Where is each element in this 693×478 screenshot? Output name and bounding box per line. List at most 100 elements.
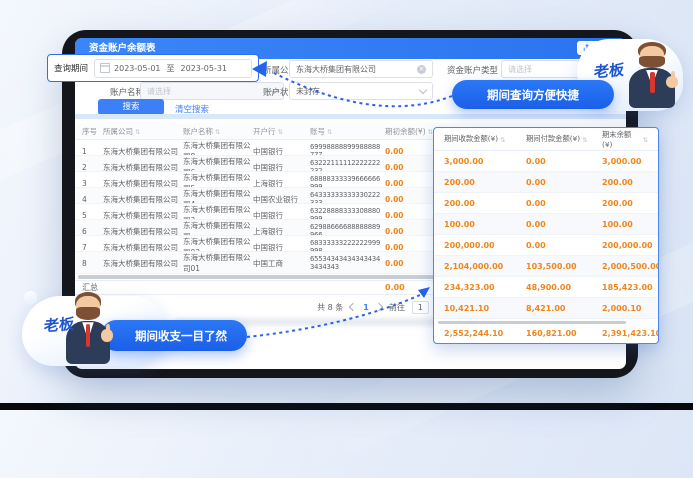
row-index: 8	[82, 259, 103, 268]
company-value: 东海大桥集团有限公司	[296, 64, 413, 75]
date-to-value[interactable]: 2023-05-31	[181, 64, 228, 73]
date-range-picker[interactable]: 2023-05-01 至 2023-05-31	[94, 59, 252, 78]
row-company: 东海大桥集团有限公司	[103, 258, 183, 269]
row-index: 3	[82, 179, 103, 188]
prev-page-icon[interactable]	[349, 303, 357, 311]
column-header[interactable]: 所属公司	[103, 126, 183, 137]
panel-received-amount: 200.00	[444, 178, 526, 187]
row-account-number: 63228888333308880999	[310, 207, 385, 220]
row-account-number: 655343434343434343434343	[310, 255, 385, 271]
row-account-name: 东海大桥集团有限公司	[183, 220, 253, 236]
panel-received-amount: 234,323.00	[444, 283, 526, 292]
row-company: 东海大桥集团有限公司	[103, 178, 183, 189]
column-header-label: 期初余额(¥)	[385, 126, 426, 137]
avatar-tie	[86, 324, 90, 347]
panel-row[interactable]: 100.000.00100.00	[434, 214, 658, 235]
company-select[interactable]: 东海大桥集团有限公司	[289, 60, 433, 78]
panel-column-header-label: 期间收款金额(¥)	[444, 134, 498, 144]
row-company: 东海大桥集团有限公司	[103, 146, 183, 157]
panel-row[interactable]: 3,000.000.003,000.00	[434, 151, 658, 172]
panel-ending-balance: 3,000.00	[602, 157, 648, 166]
callout-top-pill: 期间查询方便快捷	[452, 80, 614, 109]
row-account-name: 东海大桥集团有限公司8	[183, 140, 253, 156]
date-separator: 至	[167, 63, 175, 74]
account-status-value: 未封存	[296, 86, 416, 97]
sort-icon[interactable]	[327, 127, 332, 136]
panel-total-received: 2,552,244.10	[444, 329, 526, 338]
row-bank: 上海银行	[253, 226, 310, 237]
panel-row[interactable]: 200.000.00200.00	[434, 193, 658, 214]
row-account-name: 东海大桥集团有限公司01	[183, 252, 253, 274]
row-index: 5	[82, 211, 103, 220]
panel-row[interactable]: 200,000.000.00200,000.00	[434, 235, 658, 256]
row-index: 2	[82, 163, 103, 172]
row-index: 6	[82, 227, 103, 236]
sort-icon[interactable]	[500, 135, 505, 144]
account-status-select[interactable]: 未封存	[289, 82, 433, 100]
total-count-text: 共 8 条	[317, 302, 343, 313]
row-account-number: 63222111112222222232	[310, 159, 385, 172]
panel-total-ending: 2,391,423.10	[602, 329, 659, 338]
row-bank: 中国银行	[253, 162, 310, 173]
sort-icon[interactable]	[215, 127, 220, 136]
bottom-edge-bar	[0, 403, 693, 410]
panel-row[interactable]: 10,421.108,421.002,000.10	[434, 298, 658, 319]
panel-ending-balance: 100.00	[602, 220, 648, 229]
panel-paid-amount: 48,900.00	[526, 283, 602, 292]
row-index: 7	[82, 243, 103, 252]
panel-column-header[interactable]: 期间收款金额(¥)	[444, 134, 526, 144]
sort-icon[interactable]	[135, 127, 140, 136]
page-number[interactable]: 1	[363, 303, 369, 312]
sort-icon[interactable]	[643, 135, 648, 144]
row-bank: 中国银行	[253, 210, 310, 221]
sort-icon[interactable]	[582, 135, 587, 144]
panel-received-amount: 10,421.10	[444, 304, 526, 313]
column-header-label: 所属公司	[103, 126, 133, 137]
section-divider	[75, 114, 626, 119]
calendar-icon	[100, 63, 110, 73]
date-from-value[interactable]: 2023-05-01	[114, 64, 161, 73]
panel-row[interactable]: 2,104,000.00103,500.002,000,500.00	[434, 256, 658, 277]
clear-field-icon[interactable]	[417, 65, 426, 74]
panel-received-amount: 200,000.00	[444, 241, 526, 250]
row-account-name: 东海大桥集团有限公司02	[183, 236, 253, 252]
boss-badge: 老板	[593, 59, 624, 83]
column-header: 序号	[82, 126, 103, 137]
panel-paid-amount: 0.00	[526, 178, 602, 187]
panel-ending-balance: 200.00	[602, 178, 648, 187]
query-period-highlight-box: 查询期间 2023-05-01 至 2023-05-31	[47, 54, 259, 82]
row-account-number: 64333333333330222333	[310, 191, 385, 204]
panel-header: 期间收款金额(¥) 期间付款金额(¥)期末余额(¥)	[434, 128, 658, 151]
panel-paid-amount: 0.00	[526, 220, 602, 229]
next-page-icon[interactable]	[375, 303, 383, 311]
row-bank: 上海银行	[253, 178, 310, 189]
panel-paid-amount: 8,421.00	[526, 304, 602, 313]
column-header-label: 账户名称	[183, 126, 213, 137]
avatar-hand	[101, 329, 113, 341]
column-header[interactable]: 账户名称	[183, 126, 253, 137]
row-account-number: 62988666688888889966	[310, 223, 385, 236]
row-bank: 中国工商	[253, 258, 310, 269]
column-header-label: 序号	[82, 126, 97, 137]
column-header[interactable]: 账号	[310, 126, 385, 137]
panel-total-paid: 160,821.00	[526, 329, 602, 338]
panel-row[interactable]: 234,323.0048,900.00185,423.00	[434, 277, 658, 298]
sort-icon[interactable]	[278, 127, 283, 136]
search-button[interactable]: 搜索	[98, 99, 164, 115]
panel-paid-amount: 0.00	[526, 157, 602, 166]
column-header[interactable]: 开户行	[253, 126, 310, 137]
query-period-label: 查询期间	[54, 62, 88, 74]
panel-row[interactable]: 200.000.00200.00	[434, 172, 658, 193]
goto-page-input[interactable]	[412, 301, 429, 314]
chevron-down-icon	[419, 85, 427, 93]
panel-column-header[interactable]: 期末余额(¥)	[602, 130, 648, 149]
row-index: 4	[82, 195, 103, 204]
row-company: 东海大桥集团有限公司	[103, 242, 183, 253]
panel-ending-balance: 2,000.10	[602, 304, 648, 313]
account-name-placeholder: 请选择	[147, 86, 267, 97]
panel-received-amount: 3,000.00	[444, 157, 526, 166]
panel-column-header[interactable]: 期间付款金额(¥)	[526, 134, 602, 144]
row-company: 东海大桥集团有限公司	[103, 194, 183, 205]
row-account-number: 68888333339666666999	[310, 175, 385, 188]
row-account-name: 东海大桥集团有限公司3	[183, 204, 253, 220]
